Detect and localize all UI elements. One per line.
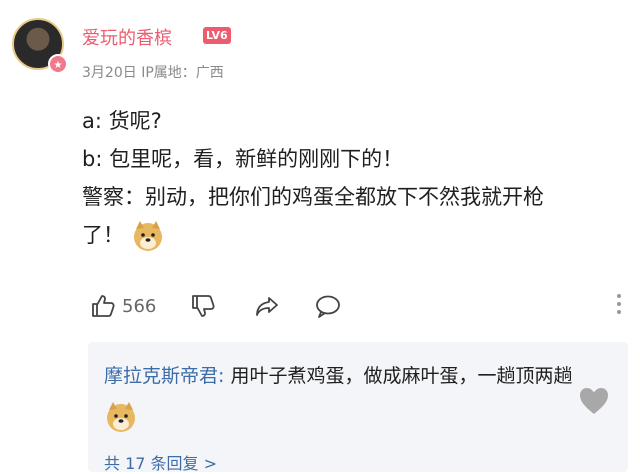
more-replies-link[interactable]: 共 17 条回复 > <box>104 450 217 474</box>
post-date: 3月20日 <box>82 65 137 81</box>
thumbs-up-icon <box>92 295 115 317</box>
content-line-end-text: 了！ <box>82 223 124 247</box>
crown-badge-icon: ★ <box>48 54 68 74</box>
reply-author[interactable]: 摩拉克斯帝君: <box>104 365 224 387</box>
like-button[interactable]: 566 <box>90 290 156 322</box>
post-meta: 3月20日 IP属地：广西 <box>82 62 224 82</box>
heart-icon <box>580 388 608 414</box>
content-line-b: b: 包里呢，看，新鲜的刚刚下的！ <box>82 147 404 171</box>
doge-emoji <box>133 221 162 251</box>
share-icon <box>256 297 278 316</box>
content-line-a: a: 货呢? <box>82 109 162 133</box>
reply-box[interactable]: 摩拉克斯帝君: 用叶子煮鸡蛋，做成麻叶蛋，一趟顶两趟 共 17 条回复 > <box>88 342 628 474</box>
thumbs-down-icon <box>192 295 215 317</box>
username[interactable]: 爱玩的香槟 <box>82 24 172 50</box>
doge-emoji <box>107 401 135 432</box>
dislike-button[interactable] <box>190 290 216 322</box>
more-vertical-icon <box>617 294 621 314</box>
like-count: 566 <box>122 295 157 317</box>
heart-button[interactable] <box>578 386 610 420</box>
reply-body: 用叶子煮鸡蛋，做成麻叶蛋，一趟顶两趟 <box>230 365 573 387</box>
reply-text: 摩拉克斯帝君: 用叶子煮鸡蛋，做成麻叶蛋，一趟顶两趟 <box>104 356 604 436</box>
share-button[interactable] <box>254 290 280 322</box>
content-line-end: 了！ <box>82 216 632 254</box>
more-options-button[interactable] <box>616 292 622 320</box>
post-content: a: 货呢? b: 包里呢，看，新鲜的刚刚下的！ 警察：别动，把你们的鸡蛋全都放… <box>82 102 632 254</box>
avatar-container[interactable]: ★ <box>12 18 68 74</box>
ip-location: IP属地：广西 <box>141 65 224 81</box>
content-line-police: 警察：别动，把你们的鸡蛋全都放下不然我就开枪 <box>82 185 544 209</box>
level-badge: LV6 <box>203 27 231 44</box>
comment-button[interactable] <box>314 290 342 322</box>
comment-bubble-icon <box>316 295 340 318</box>
